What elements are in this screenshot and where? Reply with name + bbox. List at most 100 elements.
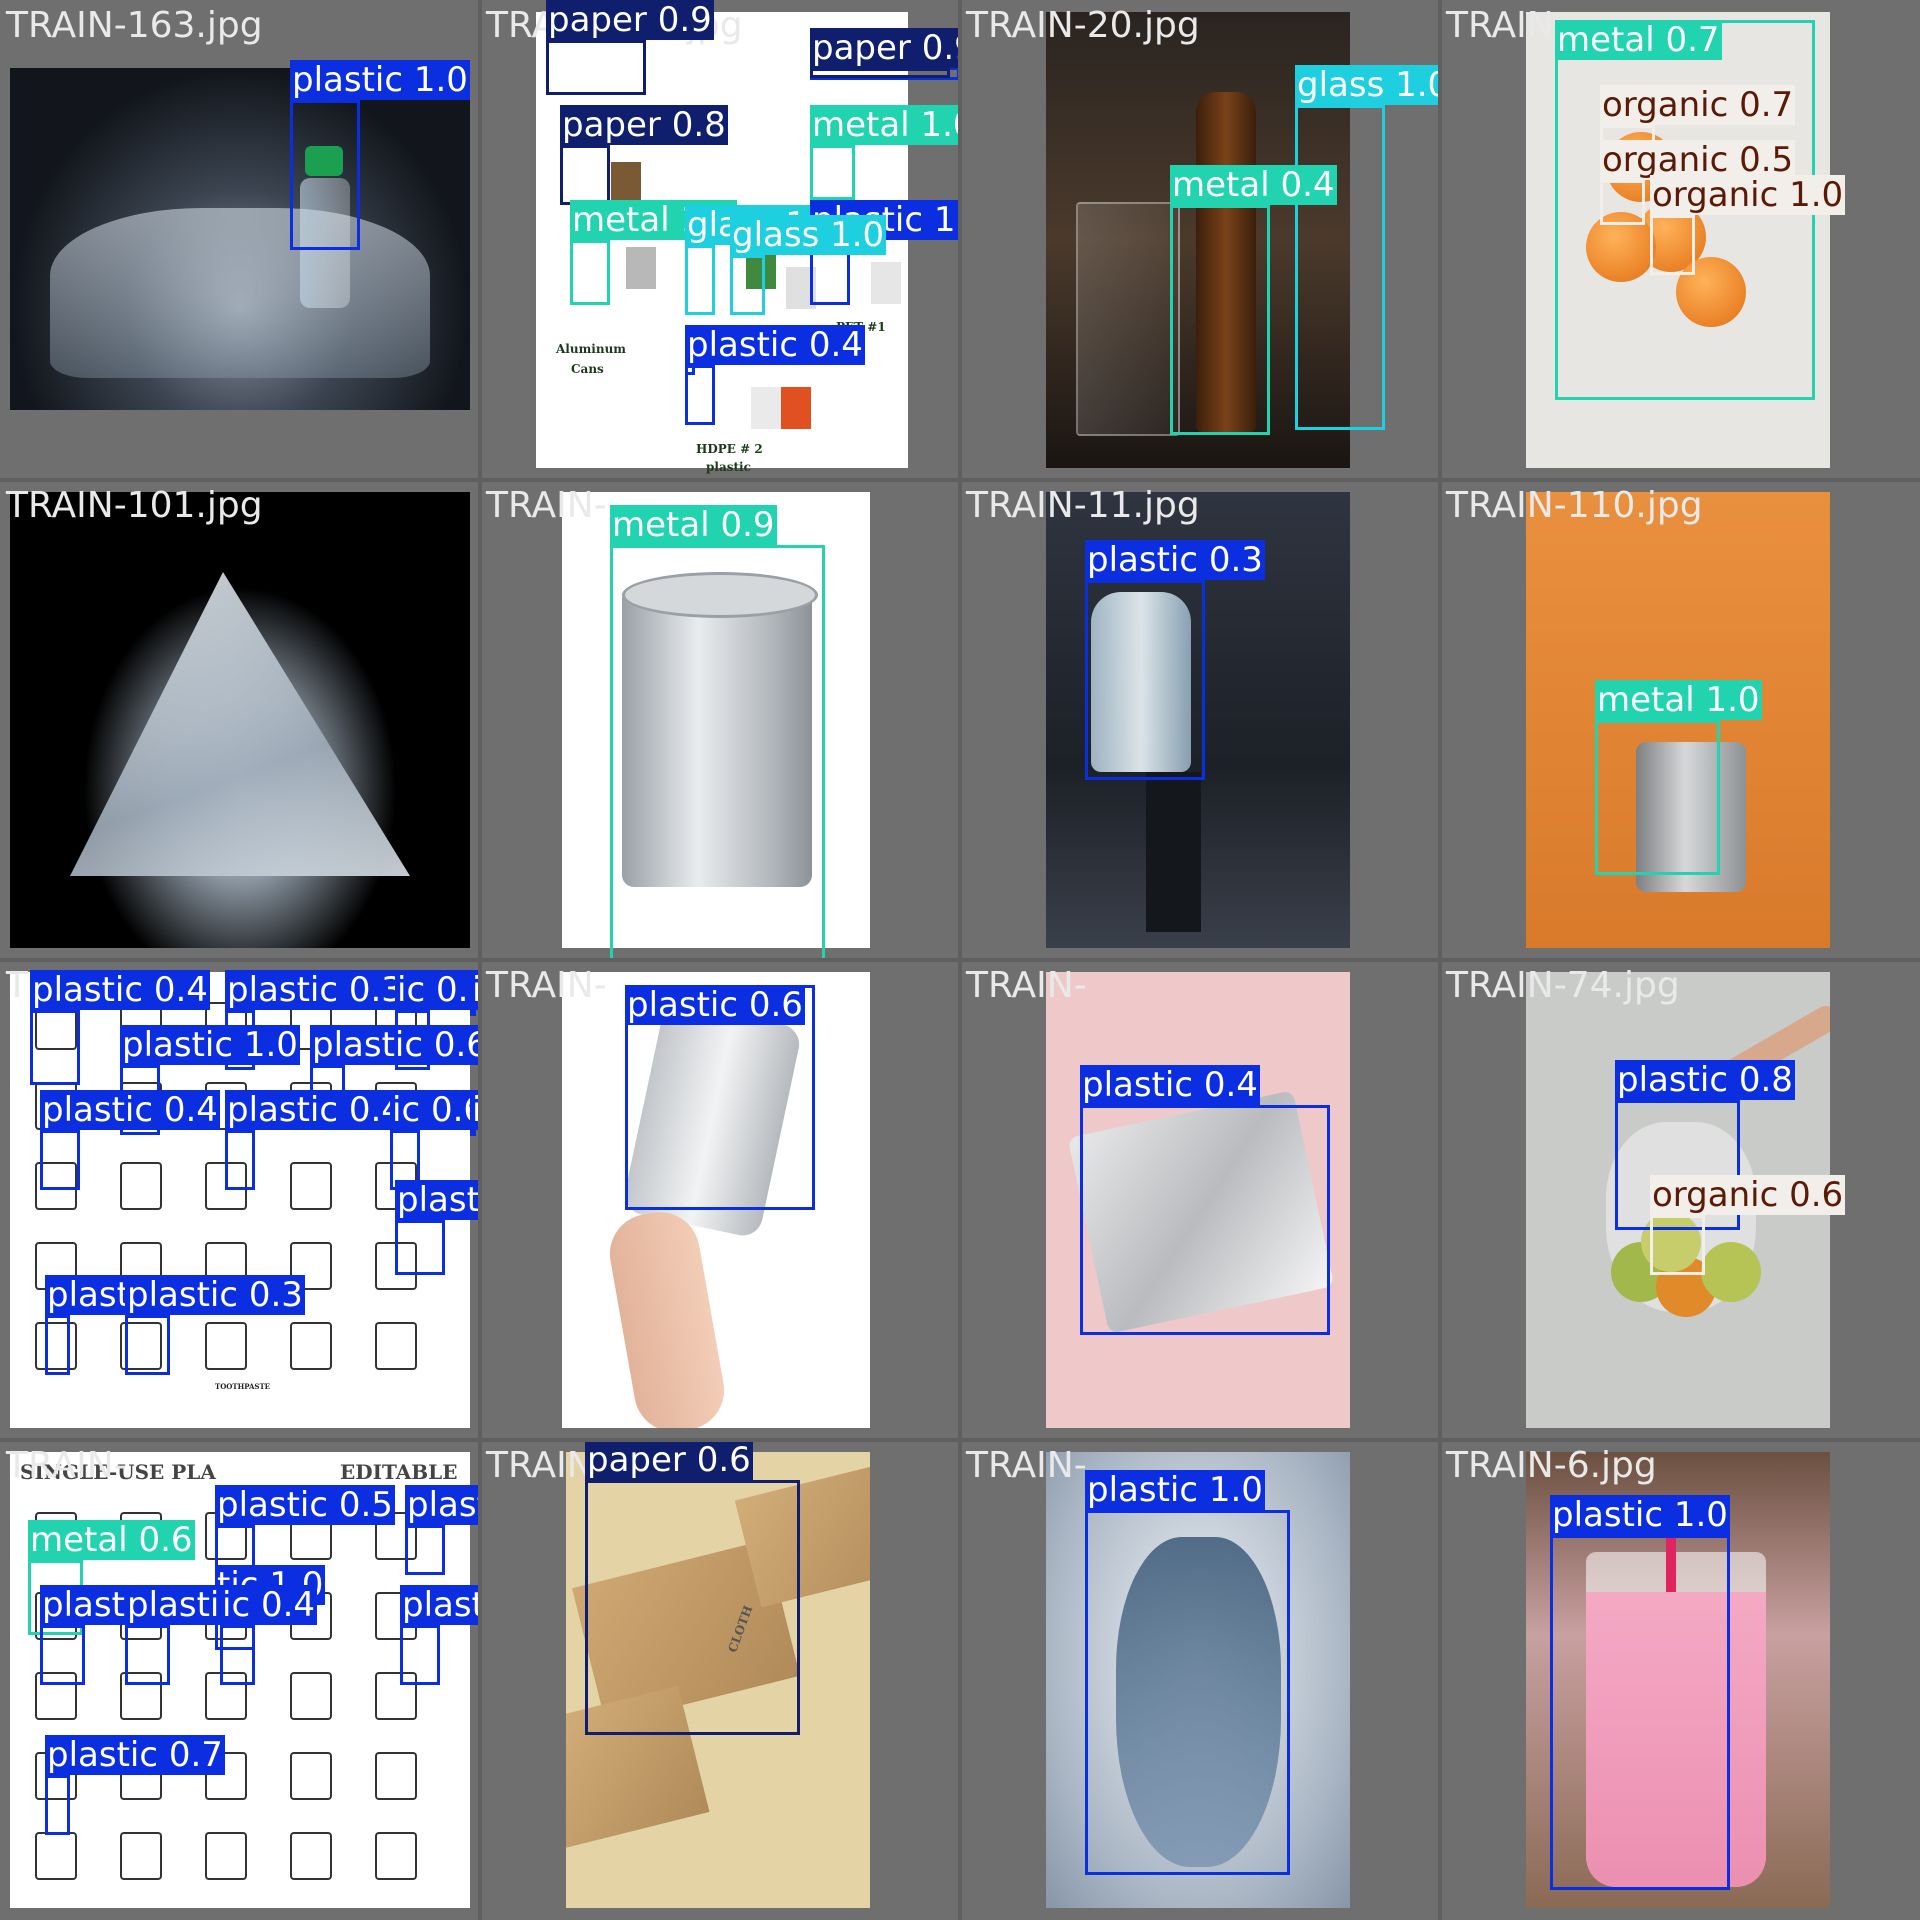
detection-box bbox=[1085, 580, 1205, 780]
detection-box bbox=[810, 68, 950, 78]
image-tile: TRAIN-11.jpg plastic 0.3 bbox=[960, 480, 1440, 960]
detection-box bbox=[220, 1625, 255, 1685]
detection-label: plastic 1.0 bbox=[1085, 1470, 1265, 1510]
detection-box bbox=[470, 1010, 476, 1016]
image-tile: TRAIN-74.jpg plastic 0.8 organic 0.6 bbox=[1440, 960, 1920, 1440]
detection-label: plastic 1.0 bbox=[290, 60, 470, 100]
detection-box bbox=[400, 1625, 440, 1685]
file-name: TRAIN-20.jpg bbox=[966, 5, 1200, 46]
detection-label: metal 0.6 bbox=[28, 1520, 195, 1560]
detection-box bbox=[1085, 1510, 1290, 1875]
image-tile: TRAIN-20.jpg glass 1.0 metal 0.4 bbox=[960, 0, 1440, 480]
printed-text: TOOTHPASTE bbox=[215, 1382, 271, 1391]
waste-icon bbox=[290, 1832, 332, 1880]
file-name: TRAIN- bbox=[486, 485, 607, 526]
file-name: TRAIN-11.jpg bbox=[966, 485, 1200, 526]
detection-label: plastic 0.3 bbox=[225, 970, 405, 1010]
drinking-glass bbox=[1076, 202, 1180, 436]
detection-label: plast bbox=[45, 1275, 132, 1315]
detection-label: glass 1.0 bbox=[1295, 65, 1440, 105]
plastic-heap bbox=[70, 572, 410, 876]
detection-box bbox=[40, 1625, 85, 1685]
image-tile: TRAIN-101.jpg bbox=[0, 480, 480, 960]
detection-label: plastic 1.0 bbox=[1550, 1495, 1730, 1535]
waste-icon bbox=[205, 1832, 247, 1880]
detection-box bbox=[560, 145, 610, 205]
file-name: TRAIN-6.jpg bbox=[1446, 1445, 1657, 1486]
detection-box bbox=[685, 365, 695, 375]
detection-label: plastic 0.7 bbox=[45, 1735, 225, 1775]
file-name: TRAIN-163.jpg bbox=[6, 5, 263, 46]
fruit bbox=[1701, 1242, 1761, 1302]
detection-box bbox=[1650, 215, 1695, 275]
file-name: TRAIN-74.jpg bbox=[1446, 965, 1680, 1006]
detection-label: plastic 0.8 bbox=[1615, 1060, 1795, 1100]
detection-label: metal 1.0 bbox=[1595, 680, 1762, 720]
grid-divider bbox=[1438, 0, 1442, 1920]
detection-box bbox=[405, 1525, 445, 1575]
waste-icon bbox=[375, 1832, 417, 1880]
detection-label: paper 0.8 bbox=[560, 105, 728, 145]
detection-label: paper 0.9 bbox=[546, 0, 714, 40]
material-item bbox=[751, 387, 781, 429]
detection-box bbox=[730, 255, 765, 315]
detection-label: metal 0.9 bbox=[610, 505, 777, 545]
detection-box bbox=[40, 1130, 80, 1190]
detection-label: organic 0.5 bbox=[1600, 140, 1796, 180]
detection-label: organic 0.7 bbox=[1600, 85, 1796, 125]
detection-box bbox=[125, 1625, 170, 1685]
material-item bbox=[871, 262, 901, 304]
waste-icon bbox=[290, 1752, 332, 1800]
detection-box bbox=[570, 240, 610, 305]
detection-label: plastic 1.0 bbox=[120, 1025, 300, 1065]
detection-box bbox=[45, 1315, 70, 1375]
material-item bbox=[781, 387, 811, 429]
detection-box bbox=[125, 1315, 170, 1375]
image-tile: TRAIN-110.jpg metal 1.0 bbox=[1440, 480, 1920, 960]
detection-box bbox=[1650, 1215, 1705, 1275]
detection-label: plastic 0.6 bbox=[310, 1025, 480, 1065]
file-name: TRAIN- bbox=[6, 1445, 127, 1486]
detection-label: organic 0.6 bbox=[1650, 1175, 1846, 1215]
forearm bbox=[603, 1205, 731, 1428]
waste-icon bbox=[375, 1322, 417, 1370]
image-tile: TOOTHPASTETRAIN-plastic 0.4plastic 0.3ic… bbox=[0, 960, 480, 1440]
file-name: TRAIN-110.jpg bbox=[1446, 485, 1703, 526]
grid-divider bbox=[0, 1438, 1920, 1442]
printed-text: EDITABLE bbox=[340, 1460, 458, 1484]
detection-label: paper 0.9 bbox=[810, 28, 960, 68]
detection-label: organic 1.0 bbox=[1650, 175, 1846, 215]
file-name: TRAIN- bbox=[486, 965, 607, 1006]
material-item bbox=[611, 162, 641, 204]
detection-box bbox=[810, 145, 855, 200]
detection-label: ic 0.9 bbox=[395, 970, 480, 1010]
detection-box bbox=[546, 40, 646, 95]
detection-label: ic 0.4 bbox=[220, 1585, 318, 1625]
file-name: TRAIN-101.jpg bbox=[6, 485, 263, 526]
waste-icon bbox=[205, 1322, 247, 1370]
detection-label: plastic 0.3 bbox=[1085, 540, 1265, 580]
waste-icon bbox=[120, 1832, 162, 1880]
detection-box bbox=[1595, 720, 1720, 875]
file-name: TRAIN- bbox=[1446, 5, 1567, 46]
detection-label: plastic bbox=[685, 325, 801, 365]
detection-label: plastic 0.4 bbox=[225, 1090, 405, 1130]
detection-label: ic 0.6 bbox=[390, 1090, 480, 1130]
plastic-pile bbox=[50, 208, 430, 378]
image-tile: TRAIN-163.jpg plastic 1.0 bbox=[0, 0, 480, 480]
detection-box bbox=[395, 1220, 445, 1275]
image-tile: AluminumCansHDPE # 2plasticPET #1TRAIN-3… bbox=[480, 0, 960, 480]
detection-box bbox=[685, 245, 715, 315]
photo-plastic-heap bbox=[10, 492, 470, 948]
image-tile: TRAIN-metal 0.9 bbox=[480, 480, 960, 960]
detection-label: metal 1.0 bbox=[810, 105, 960, 145]
waste-icon bbox=[290, 1162, 332, 1210]
waste-icon bbox=[120, 1162, 162, 1210]
detection-box bbox=[1295, 105, 1385, 430]
image-tile: TRAIN-plastic 1.0 bbox=[960, 1440, 1440, 1920]
grid-divider bbox=[0, 958, 1920, 962]
detection-label: plastic 0.6 bbox=[625, 985, 805, 1025]
waste-icon bbox=[290, 1672, 332, 1720]
detection-box bbox=[45, 1775, 70, 1835]
leg bbox=[1146, 772, 1201, 932]
